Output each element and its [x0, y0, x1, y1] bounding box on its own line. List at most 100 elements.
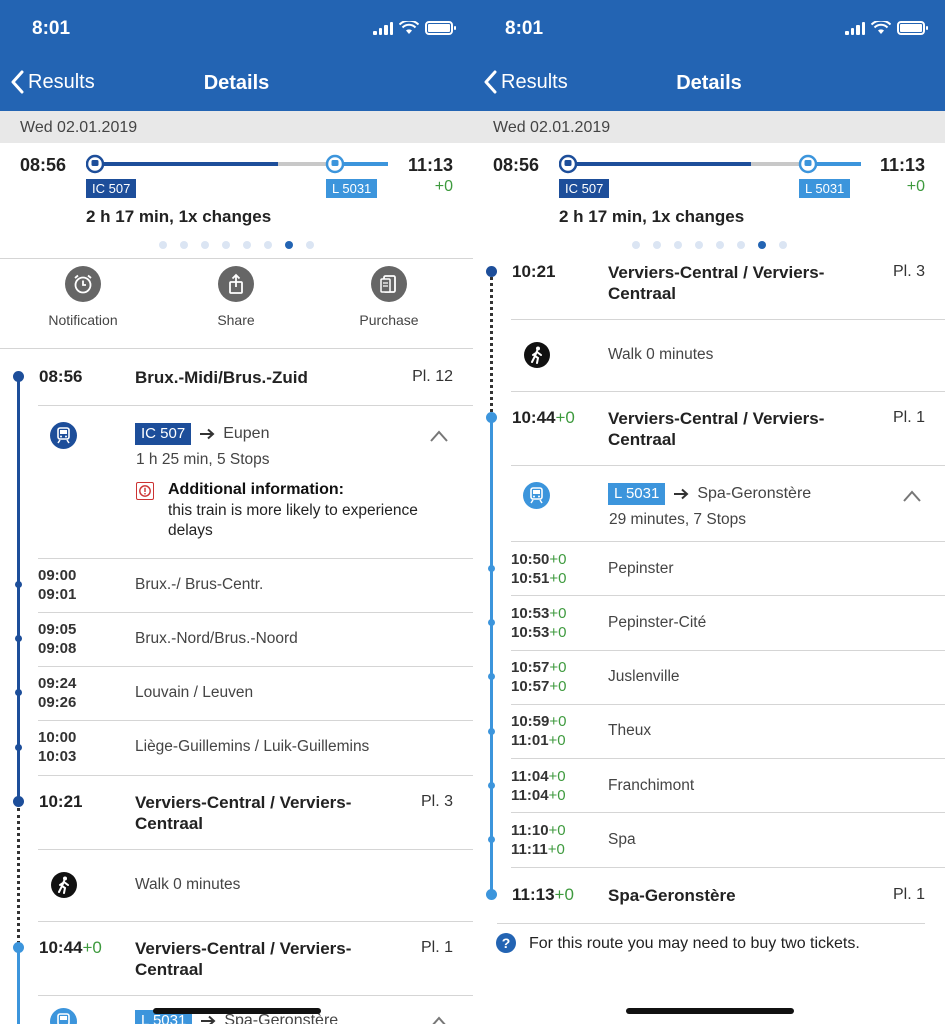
- back-button[interactable]: Results: [10, 70, 95, 94]
- divider: [511, 650, 945, 651]
- summary-arrival-delay: +0: [434, 178, 453, 195]
- timeline-node: [13, 371, 24, 382]
- wifi-icon: [399, 21, 419, 34]
- divider: [38, 995, 473, 996]
- arrow-right-icon: [201, 1015, 216, 1024]
- status-icons: [845, 21, 928, 35]
- timeline-node: [15, 635, 22, 642]
- train-icon: [50, 1008, 77, 1024]
- warning-icon: [136, 482, 154, 500]
- train-icon: [50, 422, 77, 449]
- page-dot: [736, 241, 745, 249]
- home-indicator[interactable]: [153, 1008, 321, 1014]
- page-dot: [159, 241, 167, 249]
- stop-times: 10:59+0 11:01+0: [511, 713, 567, 749]
- status-time: 8:01: [505, 18, 544, 39]
- back-button[interactable]: Results: [483, 70, 568, 94]
- end-platform: Pl. 1: [892, 886, 925, 903]
- timeline-node: [488, 673, 495, 680]
- summary-arrival-delay: +0: [906, 178, 925, 195]
- timeline-walk: [17, 808, 20, 944]
- share-label: Share: [217, 312, 255, 328]
- divider: [38, 849, 473, 850]
- timeline-node: [13, 942, 24, 953]
- timeline-node: [486, 266, 497, 277]
- page-dot: [715, 241, 724, 249]
- notification-button[interactable]: Notification: [28, 266, 138, 328]
- divider: [0, 258, 473, 259]
- page-dot: [673, 241, 682, 249]
- leg2-duration: 29 minutes, 7 Stops: [609, 511, 746, 528]
- train-icon: [523, 482, 550, 509]
- transfer-departure-time: 10:44+0: [512, 408, 575, 427]
- chevron-up-icon[interactable]: [903, 490, 921, 502]
- right-screen: 8:01 Results Details Wed 02.01.2019 08:5…: [473, 0, 945, 1024]
- page-dot: [243, 241, 251, 249]
- battery-icon: [897, 21, 928, 35]
- timeline-node: [15, 581, 22, 588]
- left-screen: 8:01 Results Details Wed 02.01.2019 08:5…: [0, 0, 473, 1024]
- stop-name: Franchimont: [608, 777, 695, 794]
- timeline-walk: [490, 272, 493, 412]
- page-dot: [652, 241, 661, 249]
- stop-times: 10:00 10:03: [38, 729, 77, 765]
- transfer-arrival-time: 10:21: [39, 792, 83, 811]
- signal-icon: [373, 22, 393, 35]
- wifi-icon: [871, 21, 891, 34]
- end-time: 11:13+0: [512, 885, 574, 904]
- page-indicator[interactable]: [473, 241, 945, 249]
- hint-text: For this route you may need to buy two t…: [529, 935, 860, 952]
- transfer-departure-time: 10:44+0: [39, 938, 102, 957]
- page-indicator[interactable]: [0, 241, 473, 249]
- signal-icon: [845, 22, 865, 35]
- leg2-header[interactable]: L 5031 Spa-Geronstère: [608, 483, 811, 505]
- leg1-header[interactable]: IC 507 Eupen: [135, 423, 269, 445]
- page-dot: [778, 241, 787, 249]
- summary-departure: 08:56: [493, 155, 540, 175]
- transfer-station: Verviers-Central / Verviers- Centraal: [608, 263, 825, 303]
- share-button[interactable]: Share: [181, 266, 291, 328]
- stop-name: Pepinster: [608, 560, 674, 577]
- info-text: this train is more likely to experience …: [168, 502, 418, 539]
- back-label: Results: [28, 70, 95, 93]
- header: 8:01 Results Details: [0, 0, 473, 111]
- stop-times: 09:00 09:01: [38, 567, 77, 603]
- divider: [38, 921, 473, 922]
- journey-progress-bar: [86, 154, 388, 174]
- start-station: Brux.-Midi/Brus.-Zuid: [135, 368, 308, 387]
- journey-summary[interactable]: 08:56 IC 507 L 5031 11:13 +0 2 h 17 min,…: [473, 143, 945, 258]
- status-time: 8:01: [32, 18, 71, 39]
- timeline-node: [488, 565, 495, 572]
- notification-label: Notification: [48, 312, 118, 328]
- summary-arrival: 11:13: [407, 155, 453, 175]
- timeline-node: [486, 412, 497, 423]
- divider: [38, 720, 473, 721]
- battery-icon: [425, 21, 456, 35]
- journey-progress-bar: [559, 154, 861, 174]
- page-dot: [306, 241, 314, 249]
- transfer-station: Verviers-Central / Verviers- Centraal: [135, 939, 352, 979]
- timeline-node: [488, 782, 495, 789]
- stop-times: 11:04+0 11:04+0: [511, 768, 566, 804]
- page-dot: [222, 241, 230, 249]
- leg-chip-2: L 5031: [799, 179, 851, 198]
- purchase-label: Purchase: [359, 312, 419, 328]
- transfer-platform: Pl. 3: [420, 793, 453, 810]
- purchase-button[interactable]: Purchase: [334, 266, 444, 328]
- chevron-up-icon[interactable]: [430, 1016, 448, 1024]
- chevron-up-icon[interactable]: [430, 430, 448, 442]
- timeline-node: [488, 836, 495, 843]
- home-indicator[interactable]: [626, 1008, 794, 1014]
- share-icon: [218, 266, 254, 302]
- summary-duration: 2 h 17 min, 1x changes: [559, 207, 745, 226]
- back-label: Results: [501, 70, 568, 93]
- chevron-left-icon: [484, 70, 497, 94]
- timeline-node: [15, 689, 22, 696]
- journey-summary[interactable]: 08:56 IC 507 L 5031 11:13 +0 2 h 17 min,…: [0, 143, 473, 258]
- question-icon[interactable]: ?: [496, 933, 516, 953]
- summary-arrival: 11:13: [879, 155, 925, 175]
- walk-label: Walk 0 minutes: [608, 346, 714, 363]
- leg2-train-chip: L 5031: [608, 483, 666, 505]
- transfer-station: Verviers-Central / Verviers- Centraal: [135, 793, 352, 833]
- stop-name: Juslenville: [608, 668, 680, 685]
